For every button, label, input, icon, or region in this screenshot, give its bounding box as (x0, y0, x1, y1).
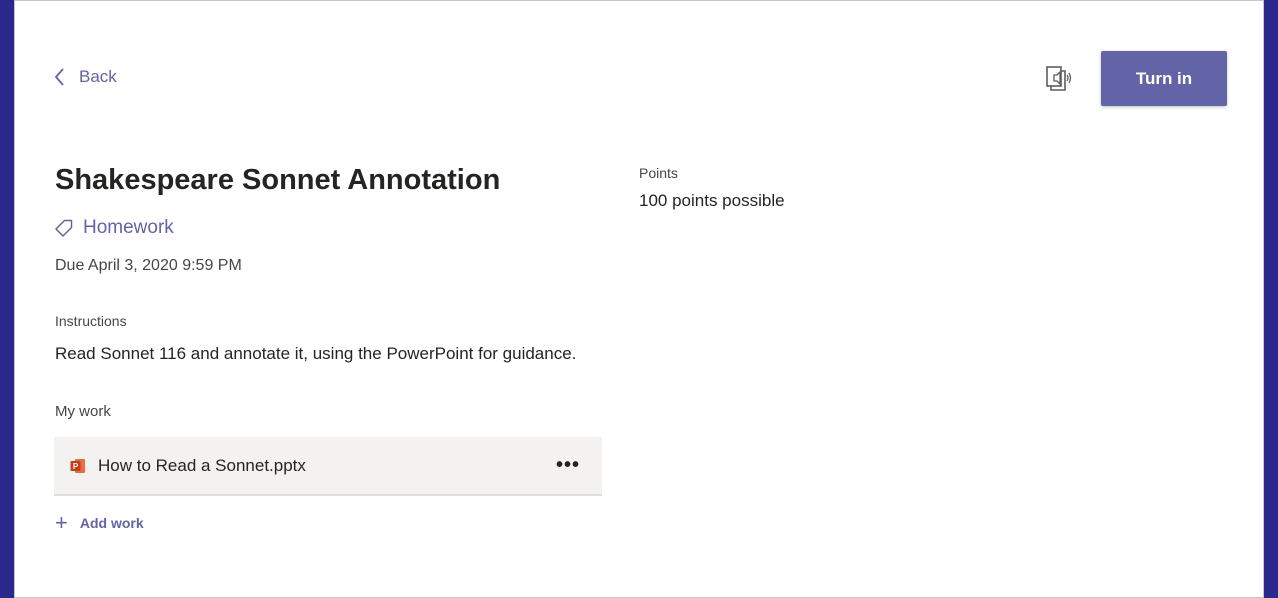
powerpoint-icon: P (70, 458, 85, 473)
tag-icon (55, 219, 73, 237)
assignment-title: Shakespeare Sonnet Annotation (55, 164, 501, 196)
category-label: Homework (83, 217, 174, 238)
immersive-reader-icon[interactable] (1043, 63, 1073, 93)
my-work-label: My work (55, 403, 111, 420)
svg-text:P: P (73, 462, 79, 471)
due-date: Due April 3, 2020 9:59 PM (55, 257, 242, 274)
back-button[interactable]: Back (55, 67, 117, 87)
attachment-card[interactable]: P How to Read a Sonnet.pptx ••• (54, 437, 602, 496)
attachment-name: How to Read a Sonnet.pptx (98, 455, 306, 475)
chevron-left-icon (55, 68, 64, 86)
more-options-button[interactable]: ••• (556, 455, 580, 475)
turn-in-button[interactable]: Turn in (1101, 51, 1227, 106)
instructions-label: Instructions (55, 313, 127, 329)
category-tag[interactable]: Homework (55, 217, 174, 239)
add-work-button[interactable]: + Add work (55, 510, 144, 535)
points-value: 100 points possible (639, 191, 785, 210)
add-work-label: Add work (79, 515, 144, 531)
points-label: Points (639, 165, 678, 181)
back-label: Back (79, 67, 117, 86)
instructions-text: Read Sonnet 116 and annotate it, using t… (55, 344, 577, 363)
plus-icon: + (55, 510, 68, 535)
assignment-panel: Back Turn in Shakespeare Sonnet Annotati… (14, 0, 1264, 598)
